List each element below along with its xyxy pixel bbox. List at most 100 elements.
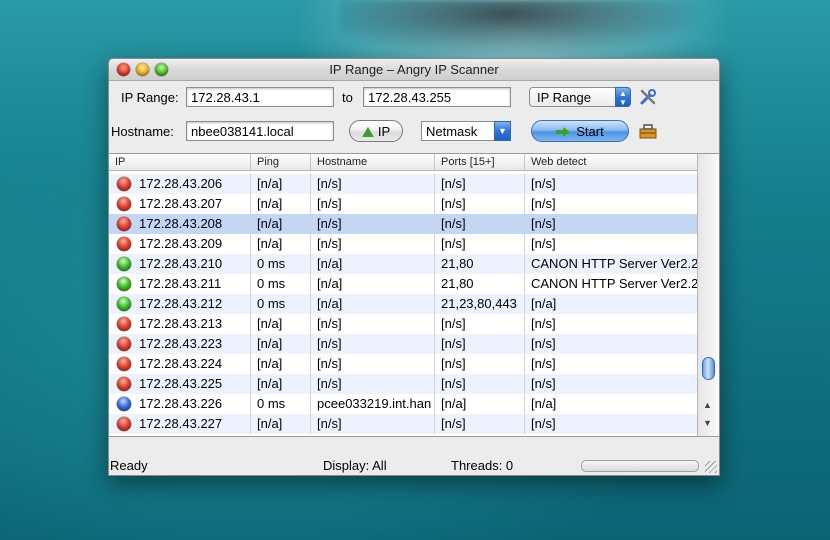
cell-ip: 172.28.43.209: [109, 234, 251, 254]
cell-hostname: [n/s]: [311, 354, 435, 374]
cell-hostname: [n/a]: [311, 274, 435, 294]
tools-icon[interactable]: [639, 88, 657, 106]
cell-ping: [n/a]: [251, 334, 311, 354]
ip-range-row: IP Range: 172.28.43.1 to 172.28.43.255 I…: [109, 83, 719, 111]
cell-ping: [n/a]: [251, 354, 311, 374]
scan-progress-bar: [581, 460, 699, 472]
status-text: Ready: [110, 458, 148, 473]
start-button-label: Start: [576, 124, 604, 139]
cell-hostname: [n/a]: [311, 254, 435, 274]
cell-ports: [n/s]: [435, 214, 525, 234]
cell-ip: 172.28.43.206: [109, 174, 251, 194]
ip-button-label: IP: [377, 124, 391, 139]
table-row[interactable]: 172.28.43.207 [n/a] [n/s] [n/s] [n/s]: [109, 194, 697, 214]
ip-to-input[interactable]: 172.28.43.255: [363, 87, 511, 107]
cell-web-detect: [n/s]: [531, 316, 556, 331]
cell-web-detect: [n/s]: [531, 336, 556, 351]
cell-ping: [n/a]: [251, 234, 311, 254]
cell-web-detect: [n/s]: [531, 416, 556, 431]
scroll-down-arrow-icon[interactable]: ▼: [703, 418, 712, 428]
app-window: IP Range – Angry IP Scanner IP Range: 17…: [108, 58, 720, 476]
cell-ports: 21,80: [435, 274, 525, 294]
cell-ip: 172.28.43.211: [109, 274, 251, 294]
cell-web-detect: [n/a]: [531, 296, 557, 311]
table-row[interactable]: 172.28.43.213 [n/a] [n/s] [n/s] [n/s]: [109, 314, 697, 334]
feeder-select[interactable]: IP Range ▲ ▼: [529, 87, 631, 107]
cell-ports: [n/a]: [435, 394, 525, 414]
table-row[interactable]: 172.28.43.223 [n/a] [n/s] [n/s] [n/s]: [109, 334, 697, 354]
table-row[interactable]: 172.28.43.209 [n/a] [n/s] [n/s] [n/s]: [109, 234, 697, 254]
cell-ip: 172.28.43.226: [109, 394, 251, 414]
cell-web-detect: [n/s]: [531, 196, 556, 211]
column-header-ports[interactable]: Ports [15+]: [435, 154, 525, 170]
display-filter-text[interactable]: Display: All: [323, 457, 387, 475]
status-bar: Ready Display: All Threads: 0: [109, 457, 719, 475]
table-header: IP Ping Hostname Ports [15+] Web detect: [109, 154, 697, 171]
to-label: to: [342, 90, 353, 105]
cell-ip: 172.28.43.213: [109, 314, 251, 334]
cell-ping: [n/a]: [251, 374, 311, 394]
ip-button[interactable]: IP: [349, 120, 403, 142]
threads-count-text: Threads: 0: [451, 458, 514, 473]
arrow-right-icon: [556, 127, 571, 137]
arrow-up-icon: [361, 127, 374, 137]
cell-ping: [n/a]: [251, 214, 311, 234]
table-row[interactable]: 172.28.43.226 0 ms pcee033219.int.han [n/a]…: [109, 394, 697, 414]
updown-arrows-icon: ▲ ▼: [615, 87, 631, 107]
cell-hostname: pcee033219.int.han: [311, 394, 435, 414]
cell-ip: 172.28.43.227: [109, 414, 251, 434]
ip-from-input[interactable]: 172.28.43.1: [186, 87, 334, 107]
table-row[interactable]: 172.28.43.225 [n/a] [n/s] [n/s] [n/s]: [109, 374, 697, 394]
column-header-hostname[interactable]: Hostname: [311, 154, 435, 170]
table-row[interactable]: 172.28.43.208 [n/a] [n/s] [n/s] [n/s]: [109, 214, 697, 234]
cell-ping: [n/a]: [251, 194, 311, 214]
vertical-scrollbar[interactable]: ▲ ▼: [697, 154, 719, 436]
table-body: 172.28.43.206 [n/a] [n/s] [n/s] [n/s] 172.28.…: [109, 171, 697, 436]
table-row[interactable]: 172.28.43.212 0 ms [n/a] 21,23,80,443 [n/a]: [109, 294, 697, 314]
cell-web-detect: [n/s]: [531, 176, 556, 191]
netmask-select[interactable]: Netmask ▼: [421, 121, 511, 141]
column-header-web-detect[interactable]: Web detect: [525, 154, 697, 170]
resize-grip-icon[interactable]: [705, 461, 717, 473]
scroll-up-arrow-icon[interactable]: ▲: [703, 400, 712, 410]
ip-range-label: IP Range:: [121, 90, 179, 105]
cell-ip: 172.28.43.224: [109, 354, 251, 374]
start-button[interactable]: Start: [531, 120, 629, 142]
table-row[interactable]: 172.28.43.211 0 ms [n/a] 21,80 CANON HTTP Se…: [109, 274, 697, 294]
cell-hostname: [n/s]: [311, 214, 435, 234]
column-header-ping[interactable]: Ping: [251, 154, 311, 170]
cell-hostname: [n/s]: [311, 414, 435, 434]
scrollbar-thumb[interactable]: [702, 357, 715, 380]
feeder-select-value: IP Range: [537, 90, 591, 105]
cell-hostname: [n/a]: [311, 294, 435, 314]
dropdown-arrow-icon: ▼: [494, 121, 511, 141]
table-row[interactable]: 172.28.43.210 0 ms [n/a] 21,80 CANON HTTP Se…: [109, 254, 697, 274]
column-header-ip[interactable]: IP: [109, 154, 251, 170]
cell-ping: 0 ms: [251, 394, 311, 414]
cell-ping: [n/a]: [251, 174, 311, 194]
table-row[interactable]: 172.28.43.206 [n/a] [n/s] [n/s] [n/s]: [109, 174, 697, 194]
cell-ping: [n/a]: [251, 414, 311, 434]
cell-hostname: [n/s]: [311, 374, 435, 394]
netmask-select-value: Netmask: [426, 124, 478, 139]
cell-web-detect: [n/s]: [531, 376, 556, 391]
title-bar[interactable]: IP Range – Angry IP Scanner: [109, 59, 719, 81]
cell-hostname: [n/s]: [311, 194, 435, 214]
cell-ports: [n/s]: [435, 234, 525, 254]
cell-ip: 172.28.43.212: [109, 294, 251, 314]
cell-web-detect: CANON HTTP Server Ver2.2: [531, 276, 697, 291]
cell-ports: [n/s]: [435, 414, 525, 434]
cell-ip: 172.28.43.210: [109, 254, 251, 274]
cell-ip: 172.28.43.208: [109, 214, 251, 234]
table-row[interactable]: 172.28.43.227 [n/a] [n/s] [n/s] [n/s]: [109, 414, 697, 434]
cell-web-detect: CANON HTTP Server Ver2.2: [531, 256, 697, 271]
cell-ports: [n/s]: [435, 354, 525, 374]
cell-hostname: [n/s]: [311, 314, 435, 334]
toolbox-icon[interactable]: [639, 122, 657, 140]
cell-web-detect: [n/s]: [531, 236, 556, 251]
cell-ports: 21,80: [435, 254, 525, 274]
cell-ports: [n/s]: [435, 374, 525, 394]
window-title: IP Range – Angry IP Scanner: [329, 62, 499, 77]
table-row[interactable]: 172.28.43.224 [n/a] [n/s] [n/s] [n/s]: [109, 354, 697, 374]
hostname-input[interactable]: nbee038141.local: [186, 121, 334, 141]
